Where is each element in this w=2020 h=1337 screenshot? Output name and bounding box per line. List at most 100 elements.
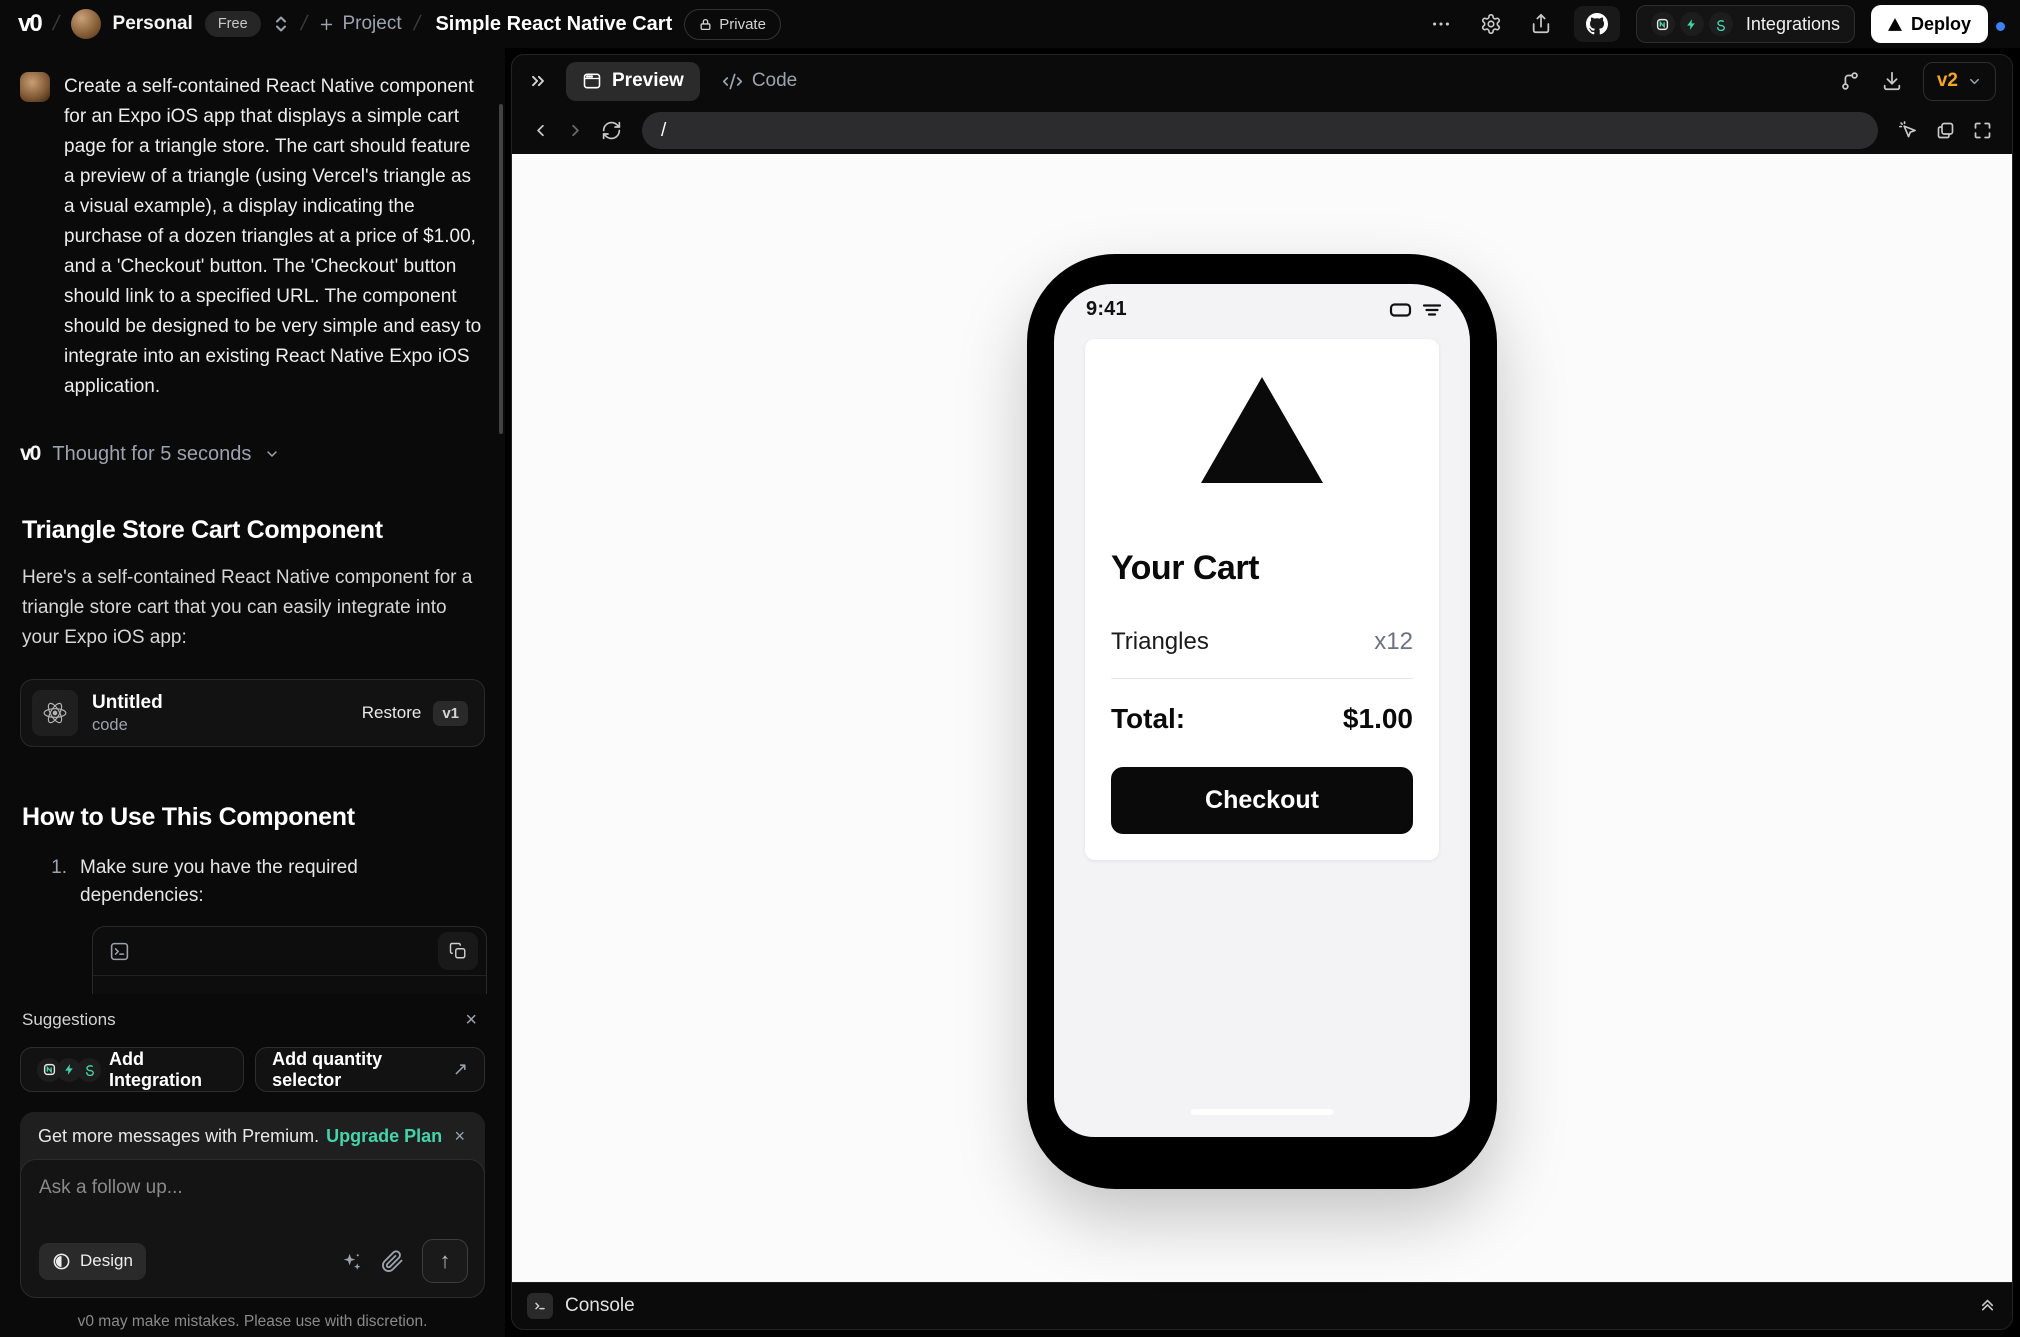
- followup-input[interactable]: Ask a follow up... Design ↑: [20, 1159, 485, 1298]
- tab-preview[interactable]: Preview: [566, 61, 700, 101]
- plus-icon: [321, 18, 333, 30]
- settings-gear-icon[interactable]: [1474, 7, 1508, 41]
- howto-title: How to Use This Component: [22, 803, 355, 831]
- upgrade-plan-link[interactable]: Upgrade Plan: [326, 1126, 442, 1147]
- tab-code[interactable]: Code: [710, 70, 809, 92]
- suggestions-label: Suggestions: [22, 1010, 116, 1029]
- fullscreen-icon[interactable]: [1968, 116, 1997, 145]
- status-icons: [1389, 302, 1442, 318]
- add-quantity-selector-suggestion[interactable]: Add quantity selector ↗: [255, 1047, 485, 1092]
- status-bar: 9:41: [1054, 284, 1470, 321]
- premium-text: Get more messages with Premium.: [38, 1125, 320, 1146]
- breadcrumb-separator: /: [298, 12, 310, 35]
- url-input[interactable]: /: [642, 112, 1878, 149]
- add-integration-suggestion[interactable]: Add Integration: [20, 1047, 245, 1092]
- cart-item-row: Triangles x12: [1111, 628, 1413, 679]
- version-label: v2: [1936, 70, 1958, 91]
- version-card-name: Untitled: [92, 691, 163, 713]
- download-icon[interactable]: [1881, 70, 1903, 92]
- copy-code-button[interactable]: [438, 932, 478, 970]
- total-label: Total:: [1111, 703, 1186, 734]
- sparkles-icon[interactable]: [340, 1250, 363, 1273]
- sidebar-scrollbar[interactable]: [499, 104, 503, 434]
- workspace-name[interactable]: Personal: [113, 13, 193, 35]
- preview-toolbar: Preview Code v2: [512, 55, 2012, 107]
- chevron-down-icon: [1970, 78, 1979, 84]
- forward-icon[interactable]: [562, 117, 589, 144]
- input-placeholder: Ask a follow up...: [39, 1177, 183, 1198]
- v0-logo[interactable]: v0: [18, 10, 43, 38]
- attach-paperclip-icon[interactable]: [381, 1249, 404, 1273]
- inspect-cursor-icon[interactable]: [1894, 116, 1923, 145]
- v0-assistant-icon: v0: [20, 442, 41, 465]
- github-button[interactable]: [1573, 6, 1620, 42]
- copy-icon: [449, 942, 466, 959]
- signal-icon: [1422, 303, 1442, 316]
- iphone-screen: 9:41 Your Cart Triangles x12 Total: $1.0…: [1054, 284, 1470, 1137]
- open-copy-icon[interactable]: [1931, 116, 1960, 145]
- design-mode-toggle[interactable]: Design: [39, 1242, 146, 1280]
- share-icon[interactable]: [1524, 7, 1558, 41]
- version-dropdown[interactable]: v2: [1922, 61, 1996, 101]
- checkout-button[interactable]: Checkout: [1111, 767, 1413, 834]
- iphone-mockup: 9:41 Your Cart Triangles x12 Total: $1.0…: [1027, 254, 1497, 1189]
- disclaimer-text: v0 may make mistakes. Please use with di…: [77, 1313, 428, 1330]
- version-card-type: code: [92, 715, 128, 734]
- response-intro: Here's a self-contained React Native com…: [22, 567, 473, 648]
- main-area: Preview Code v2 / 9:41 Your Cart Triangl…: [505, 48, 2020, 1337]
- console-label: Console: [565, 1295, 635, 1316]
- refresh-icon[interactable]: [597, 116, 626, 145]
- code-icon: [722, 73, 742, 89]
- breadcrumb-separator: /: [411, 12, 423, 35]
- send-button[interactable]: ↑: [422, 1239, 468, 1283]
- close-suggestions-icon[interactable]: ×: [459, 1008, 483, 1032]
- terminal-icon: [109, 941, 130, 962]
- topbar-actions: Integrations Deploy: [1424, 5, 2007, 43]
- chat-title[interactable]: Simple React Native Cart: [435, 13, 672, 36]
- composer-area: Suggestions × Add Integration Add quanti…: [0, 994, 505, 1337]
- browser-window-icon: [583, 73, 601, 89]
- lock-icon: [700, 18, 711, 30]
- home-indicator: [1191, 1109, 1333, 1115]
- user-message-avatar: [20, 72, 50, 102]
- response-title: Triangle Store Cart Component: [22, 516, 383, 544]
- neon-integration-icon: [1650, 12, 1675, 36]
- restore-button[interactable]: Restore: [362, 703, 422, 723]
- supabase-integration-icon: [1708, 12, 1733, 36]
- thought-label: Thought for 5 seconds: [52, 442, 252, 465]
- version-badge: v1: [433, 700, 468, 726]
- preview-panel: Preview Code v2 / 9:41 Your Cart Triangl…: [511, 54, 2013, 1330]
- cart-total-row: Total: $1.00: [1111, 703, 1413, 735]
- deploy-button[interactable]: Deploy: [1870, 5, 1988, 43]
- add-project-button[interactable]: Project: [318, 13, 402, 35]
- thought-toggle[interactable]: v0 Thought for 5 seconds: [20, 442, 485, 466]
- react-icon: [32, 690, 78, 736]
- chevrons-updown-icon[interactable]: [273, 15, 289, 33]
- git-branch-icon[interactable]: [1839, 70, 1861, 92]
- user-message-text: Create a self-contained React Native com…: [64, 76, 482, 397]
- collapse-panel-icon[interactable]: [528, 71, 548, 91]
- toggle-circle-icon: [53, 1253, 70, 1269]
- integrations-button[interactable]: Integrations: [1635, 5, 1855, 43]
- item-name: Triangles: [1111, 628, 1209, 655]
- workspace-avatar[interactable]: [70, 9, 101, 39]
- chevron-down-icon: [267, 451, 278, 457]
- back-icon[interactable]: [527, 117, 554, 144]
- more-options-icon[interactable]: [1424, 7, 1458, 41]
- step-number: 1.: [51, 857, 67, 878]
- bolt-integration-icon: [1679, 12, 1704, 36]
- github-icon: [1585, 13, 1608, 35]
- preview-viewport[interactable]: 9:41 Your Cart Triangles x12 Total: $1.0…: [512, 154, 2012, 1282]
- step-text: Make sure you have the required dependen…: [80, 857, 358, 906]
- arrow-up-icon: ↑: [439, 1248, 451, 1273]
- code-version-card[interactable]: Untitled code Restore v1: [20, 679, 485, 747]
- breadcrumb-separator: /: [50, 12, 62, 35]
- total-value: $1.00: [1342, 703, 1413, 734]
- close-premium-icon[interactable]: ×: [448, 1125, 471, 1147]
- expand-console-icon[interactable]: [1978, 1297, 1997, 1316]
- privacy-badge[interactable]: Private: [684, 8, 781, 40]
- chat-sidebar: Create a self-contained React Native com…: [0, 48, 505, 1337]
- console-bar[interactable]: Console: [512, 1282, 2012, 1329]
- list-item: 1. Make sure you have the required depen…: [0, 854, 485, 910]
- console-terminal-icon: [527, 1293, 553, 1319]
